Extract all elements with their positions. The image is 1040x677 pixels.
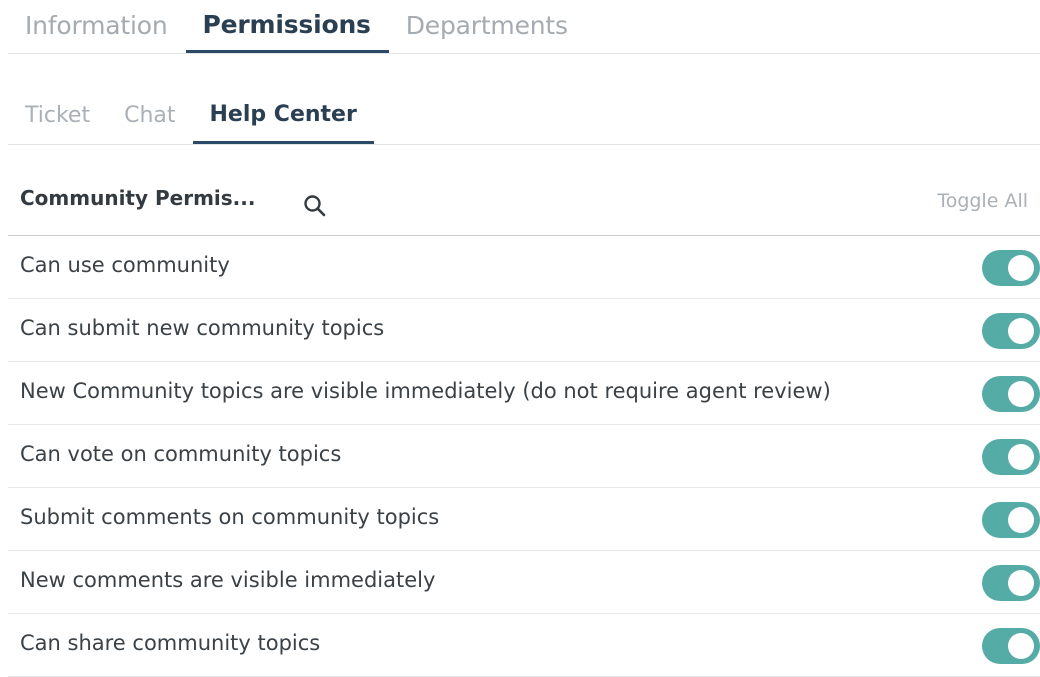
- permission-label: Submit comments on community topics: [20, 505, 440, 529]
- subtab-ticket[interactable]: Ticket: [8, 92, 107, 144]
- toggle-all-button[interactable]: Toggle All: [937, 190, 1028, 212]
- sub-tab-bar: Ticket Chat Help Center: [8, 92, 1040, 145]
- toggle-knob: [1008, 255, 1034, 281]
- toggle-knob: [1008, 381, 1034, 407]
- permission-label: Can submit new community topics: [20, 316, 385, 340]
- toggle-knob: [1008, 318, 1034, 344]
- toggle-knob: [1008, 507, 1034, 533]
- permission-toggle[interactable]: [982, 439, 1040, 475]
- subtab-chat[interactable]: Chat: [107, 92, 192, 144]
- permission-label: New Community topics are visible immedia…: [20, 379, 831, 403]
- permission-label: Can vote on community topics: [20, 442, 342, 466]
- permission-toggle[interactable]: [982, 502, 1040, 538]
- permissions-list: Can use community Can submit new communi…: [8, 236, 1040, 677]
- permission-row: Can submit new community topics: [8, 299, 1040, 362]
- permissions-section-title: Community Permis...: [20, 186, 256, 210]
- tab-permissions[interactable]: Permissions: [185, 0, 389, 53]
- permission-row: Submit comments on community topics: [8, 488, 1040, 551]
- permission-label: Can share community topics: [20, 631, 321, 655]
- permission-toggle[interactable]: [982, 628, 1040, 664]
- permission-toggle[interactable]: [982, 313, 1040, 349]
- permission-row: Can use community: [8, 236, 1040, 299]
- search-icon[interactable]: [302, 193, 328, 219]
- toggle-knob: [1008, 570, 1034, 596]
- toggle-knob: [1008, 633, 1034, 659]
- permission-toggle[interactable]: [982, 376, 1040, 412]
- toggle-knob: [1008, 444, 1034, 470]
- permission-row: New comments are visible immediately: [8, 551, 1040, 614]
- permission-row: Can vote on community topics: [8, 425, 1040, 488]
- permission-label: Can use community: [20, 253, 230, 277]
- main-tab-bar: Information Permissions Departments: [8, 0, 1040, 54]
- permission-toggle[interactable]: [982, 250, 1040, 286]
- permission-label: New comments are visible immediately: [20, 568, 436, 592]
- tab-departments[interactable]: Departments: [389, 0, 586, 53]
- permission-toggle[interactable]: [982, 565, 1040, 601]
- subtab-help-center[interactable]: Help Center: [192, 92, 374, 144]
- tab-information[interactable]: Information: [8, 0, 186, 53]
- permissions-header: Community Permis... Toggle All: [8, 166, 1040, 236]
- permission-row: New Community topics are visible immedia…: [8, 362, 1040, 425]
